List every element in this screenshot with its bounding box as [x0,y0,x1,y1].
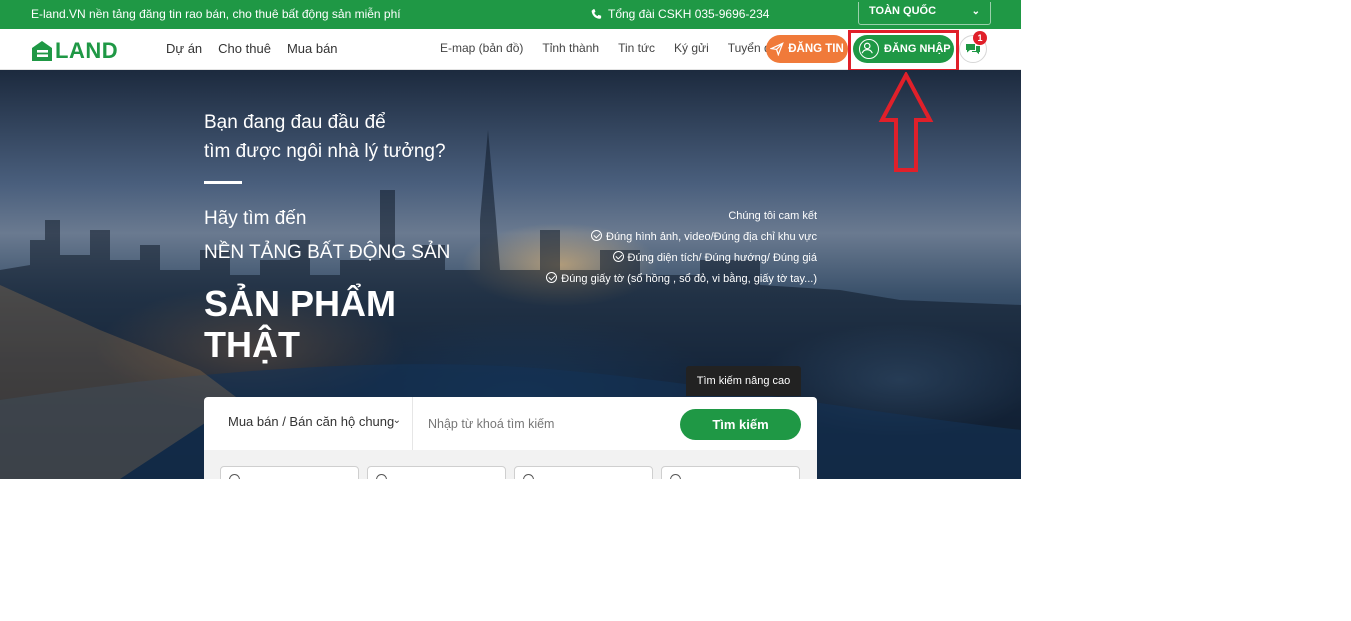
commitment-text: Đúng hình ảnh, video/Đúng địa chỉ khu vự… [606,231,817,243]
chat-count-badge: 1 [973,31,987,45]
nav-item-news[interactable]: Tin tức [618,41,655,55]
page: E-land.VN nền tảng đăng tin rao bán, cho… [0,0,1021,479]
keyword-input[interactable]: Nhập từ khoá tìm kiếm [428,417,554,431]
category-select[interactable]: Mua bán / Bán căn hộ chung ⌄ [204,397,413,450]
search-panel: Mua bán / Bán căn hộ chung ⌄ Nhập từ kho… [204,397,817,479]
hero-platform-line: NỀN TẢNG BẤT ĐỘNG SẢN [204,242,451,263]
region-value: TOÀN QUỐC [869,5,937,17]
filter-location[interactable] [661,466,800,479]
logo-mark-icon [32,41,52,61]
filter-icon [376,474,387,479]
nav-item-consign[interactable]: Ký gửi [674,41,709,55]
site-tagline: E-land.VN nền tảng đăng tin rao bán, cho… [31,7,401,21]
search-button[interactable]: Tìm kiếm [680,409,801,440]
check-circle-icon [612,251,624,262]
nav-secondary: E-map (bản đồ) Tỉnh thành Tin tức Ký gửi… [440,41,791,55]
hero-divider [204,181,242,184]
filter-area[interactable] [514,466,653,479]
nav-item-emap[interactable]: E-map (bản đồ) [440,41,523,55]
send-icon [770,42,785,56]
top-bar: E-land.VN nền tảng đăng tin rao bán, cho… [0,0,1021,29]
commitment-text: Đúng giấy tờ (sổ hồng , sổ đỏ, vi bằng, … [561,273,817,285]
annotation-arrow-up-icon [878,72,934,172]
filter-icon [670,474,681,479]
site-logo[interactable]: LAND [31,38,118,64]
login-highlight-box [848,30,959,72]
nav-item-buy-sell[interactable]: Mua bán [287,41,338,56]
check-circle-icon [546,272,558,283]
commitment-item: Đúng hình ảnh, video/Đúng địa chỉ khu vự… [546,227,817,248]
post-listing-label: ĐĂNG TIN [788,43,844,55]
nav-item-projects[interactable]: Dự án [166,41,202,56]
filter-icon [229,474,240,479]
main-nav: LAND Dự án Cho thuê Mua bán E-map (bản đ… [0,29,1021,72]
filter-price[interactable] [220,466,359,479]
filter-icon [523,474,534,479]
logo-text: LAND [55,38,119,63]
hero-headline-line-1: SẢN PHẨM [204,283,397,324]
hero-find-line: Hãy tìm đến [204,208,307,229]
filter-direction[interactable] [367,466,506,479]
chevron-down-icon: ⌄ [971,6,980,17]
hotline-text: Tổng đài CSKH 035-9696-234 [608,7,770,21]
commitment-item: Đúng diện tích/ Đúng hướng/ Đúng giá [546,248,817,269]
commitment-item: Đúng giấy tờ (sổ hồng , sổ đỏ, vi bằng, … [546,269,817,290]
nav-item-provinces[interactable]: Tỉnh thành [542,41,599,55]
check-circle-icon [591,230,602,241]
hotline[interactable]: Tổng đài CSKH 035-9696-234 [590,7,769,21]
hero-question-line-2: tìm được ngôi nhà lý tưởng? [204,141,446,162]
post-listing-button[interactable]: ĐĂNG TIN [766,35,848,63]
nav-primary: Dự án Cho thuê Mua bán [166,41,338,56]
commitments-title: Chúng tôi cam kết [728,210,817,222]
region-select[interactable]: TOÀN QUỐC ⌄ [858,2,991,25]
commitments: Chúng tôi cam kết Đúng hình ảnh, video/Đ… [546,206,817,290]
commitment-text: Đúng diện tích/ Đúng hướng/ Đúng giá [627,252,817,264]
phone-icon [591,8,602,19]
chevron-down-icon: ⌄ [392,415,401,426]
hero-banner: Bạn đang đau đầu để tìm được ngôi nhà lý… [0,70,1021,479]
hero-question-line-1: Bạn đang đau đầu để [204,112,386,133]
advanced-search-tab[interactable]: Tìm kiếm nâng cao [686,366,801,396]
hero-headline-line-2: THẬT [204,324,300,365]
filter-row [204,450,817,479]
nav-item-rent[interactable]: Cho thuê [218,41,271,56]
category-value: Mua bán / Bán căn hộ chung [228,414,395,429]
